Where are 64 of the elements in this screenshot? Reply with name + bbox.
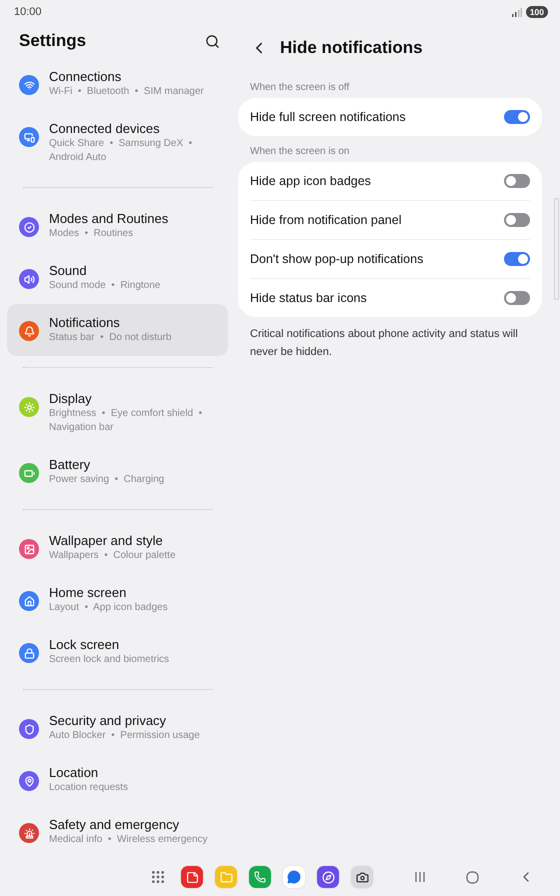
section-label: When the screen is on <box>249 145 350 159</box>
item-subtitle: Quick Share • Samsung DeX • Android Auto <box>49 137 194 165</box>
settings-item[interactable]: Sound Sound mode • Ringtone <box>7 252 228 304</box>
footnote-text: Critical notifications about phone activity and status will never be hidden. <box>250 327 519 360</box>
item-subtitle: Modes • Routines <box>49 227 134 241</box>
phone-app-icon[interactable] <box>249 866 271 888</box>
section-label: When the screen is off <box>249 81 350 95</box>
settings-item[interactable]: Battery Power saving • Charging <box>7 446 228 498</box>
option-label: Hide status bar icons <box>250 291 367 305</box>
item-subtitle: Layout • App icon badges <box>49 601 168 615</box>
item-subtitle: Power saving • Charging <box>49 473 164 487</box>
item-title: Lock screen <box>49 637 120 653</box>
item-subtitle: Location requests <box>49 781 128 795</box>
item-subtitle: Sound mode • Ringtone <box>49 279 160 293</box>
settings-item[interactable]: Security and privacy Auto Blocker • Permission usage <box>7 702 228 754</box>
item-title: Connections <box>49 69 122 85</box>
item-title: Connected devices <box>49 121 161 137</box>
item-title: Home screen <box>49 585 128 601</box>
settings-item[interactable]: Wallpaper and style Wallpapers • Colour palette <box>7 522 228 574</box>
settings-item[interactable]: Connections Wi-Fi • Bluetooth • SIM manager <box>7 58 228 110</box>
settings-item[interactable]: Connected devices Quick Share • Samsung DeX • Android Auto <box>7 110 228 176</box>
item-title: Security and privacy <box>49 713 168 729</box>
item-title: Display <box>49 391 93 407</box>
signal-icon <box>512 8 522 16</box>
option-label: Hide full screen notifications <box>250 110 406 124</box>
item-title: Safety and emergency <box>49 817 180 833</box>
item-title: Modes and Routines <box>49 211 168 227</box>
page-title: Hide notifications <box>280 38 423 58</box>
item-subtitle: Wi-Fi • Bluetooth • SIM manager <box>49 85 204 99</box>
toggle-switch[interactable] <box>504 110 530 124</box>
camera-app-icon[interactable] <box>351 866 373 888</box>
item-subtitle: Auto Blocker • Permission usage <box>49 729 200 743</box>
clock-time: 10:00 <box>14 6 42 18</box>
settings-title: Settings <box>19 31 86 51</box>
home-icon <box>466 870 478 884</box>
item-title: Location <box>49 765 100 781</box>
toggle-switch[interactable] <box>504 174 530 188</box>
settings-item[interactable]: Notifications Status bar • Do not disturb <box>7 304 228 356</box>
settings-item[interactable]: Home screen Layout • App icon badges <box>7 574 228 626</box>
item-title: Battery <box>49 457 92 473</box>
item-subtitle: Brightness • Eye comfort shield • Navigation bar <box>49 407 204 435</box>
settings-item[interactable]: Display Brightness • Eye comfort shield • Navigation bar <box>7 380 228 446</box>
item-subtitle: Status bar • Do not disturb <box>49 331 172 345</box>
option-label: Hide app icon badges <box>250 174 371 188</box>
item-title: Wallpaper and style <box>49 533 164 549</box>
toggle-switch[interactable] <box>504 291 530 305</box>
item-subtitle: Medical info • Wireless emergency <box>49 833 208 847</box>
settings-item[interactable]: Modes and Routines Modes • Routines <box>7 200 228 252</box>
compass-app-icon[interactable] <box>317 866 339 888</box>
settings-item[interactable]: Safety and emergency Medical info • Wireless emergency <box>7 806 228 858</box>
option-label: Hide from notification panel <box>250 213 402 227</box>
item-subtitle: Wallpapers • Colour palette <box>49 549 176 563</box>
item-subtitle: Screen lock and biometrics <box>49 653 170 667</box>
toggle-switch[interactable] <box>504 213 530 227</box>
item-title: Notifications <box>49 315 121 331</box>
settings-item[interactable]: Location Location requests <box>7 754 228 806</box>
option-label: Don't show pop-up notifications <box>250 252 424 266</box>
recent-apps-icon <box>414 871 426 883</box>
item-title: Sound <box>49 263 88 279</box>
notes-app-icon[interactable] <box>181 866 203 888</box>
settings-item[interactable]: Lock screen Screen lock and biometrics <box>7 626 228 678</box>
battery-level: 100 <box>526 6 548 18</box>
toggle-switch[interactable] <box>504 252 530 266</box>
chat-app-icon[interactable] <box>283 866 305 888</box>
